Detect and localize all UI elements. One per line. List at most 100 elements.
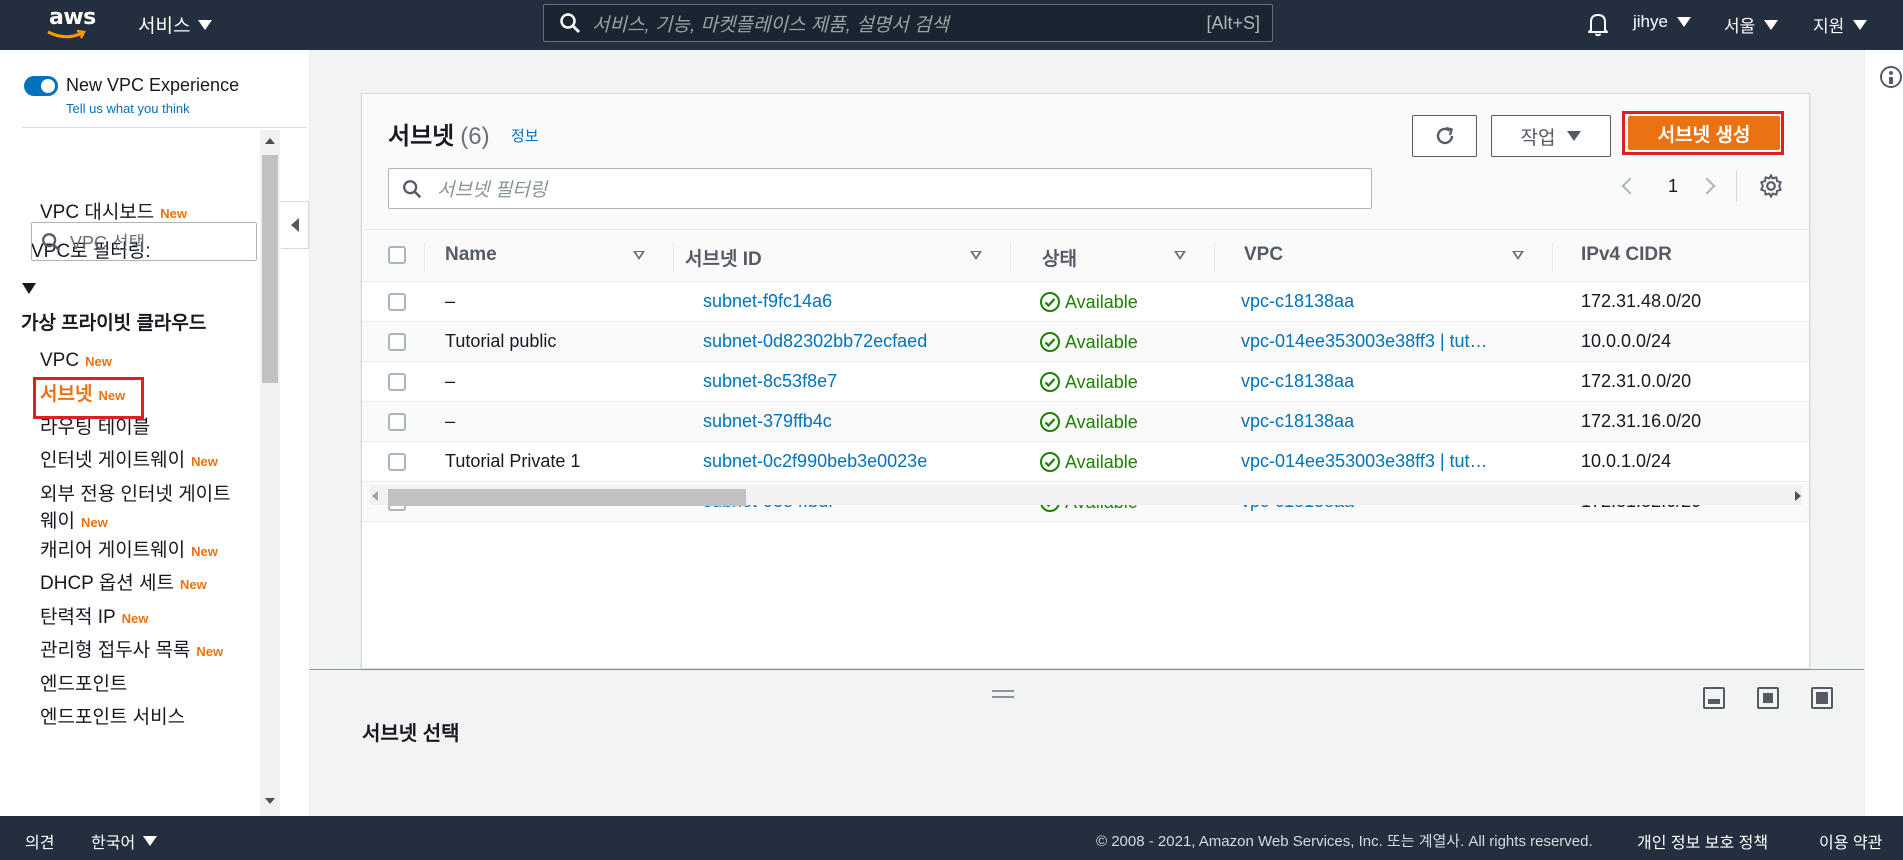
highlight-box-subnets [33, 377, 144, 419]
refresh-icon [1436, 126, 1453, 145]
column-header-vpc[interactable]: VPC [1244, 244, 1283, 266]
sidebar-item-dhcp-options[interactable]: DHCP 옵션 세트 New [40, 571, 207, 597]
column-header-name[interactable]: Name [445, 244, 497, 266]
sort-icon[interactable] [1512, 251, 1524, 260]
row-checkbox[interactable] [388, 293, 406, 311]
select-all-checkbox[interactable] [388, 246, 406, 264]
sidebar-item-egress-only-gateways[interactable]: 외부 전용 인터넷 게이트 웨이 New [40, 481, 231, 536]
table-row[interactable]: Tutorial public subnet-0d82302bb72ecfaed… [362, 322, 1809, 362]
scroll-up-icon[interactable] [265, 138, 275, 144]
vpc-link[interactable]: vpc-014ee353003e38ff3 | tut… [1241, 331, 1488, 352]
divider [1736, 170, 1737, 202]
new-badge: New [179, 577, 207, 592]
prev-page-icon[interactable] [1621, 177, 1639, 195]
next-page-icon[interactable] [1698, 177, 1716, 195]
sort-icon[interactable] [1174, 251, 1186, 260]
section-collapse-icon[interactable] [22, 283, 36, 294]
cell-cidr: 172.31.48.0/20 [1581, 291, 1702, 311]
sidebar-item-label: 관리형 접두사 목록 [40, 640, 191, 661]
user-menu[interactable]: jihye [1633, 12, 1691, 32]
vpc-link[interactable]: vpc-c18138aa [1241, 411, 1354, 432]
cell-name: – [445, 291, 456, 311]
global-search[interactable]: 서비스, 기능, 마켓플레이스 제품, 설명서 검색 [Alt+S] [543, 4, 1273, 42]
collapse-sidebar-button[interactable] [281, 201, 309, 249]
new-badge: New [85, 354, 112, 369]
subnet-count: (6) [460, 123, 490, 150]
table-scrollbar-thumb[interactable] [388, 489, 746, 506]
table-row[interactable]: – subnet-f9fc14a6 Available vpc-c18138aa… [362, 282, 1809, 322]
info-icon[interactable] [1880, 66, 1902, 88]
scroll-left-icon[interactable] [372, 491, 378, 501]
terms-link[interactable]: 이용 약관 [1819, 829, 1882, 853]
split-side-icon[interactable] [1757, 687, 1779, 709]
check-circle-icon [1040, 452, 1060, 472]
sidebar-item-elastic-ips[interactable]: 탄력적 IP New [40, 605, 148, 631]
scroll-right-icon[interactable] [1795, 491, 1801, 501]
column-header-subnet-id[interactable]: 서브넷 ID [685, 244, 762, 271]
sidebar-item-endpoints[interactable]: 엔드포인트 [40, 672, 127, 697]
bell-icon[interactable] [1586, 11, 1610, 37]
subnet-id-link[interactable]: subnet-0d82302bb72ecfaed [703, 331, 927, 352]
status-badge: Available [1039, 331, 1138, 353]
sidebar-item-vpc[interactable]: VPC New [40, 348, 112, 374]
row-checkbox[interactable] [388, 373, 406, 391]
sort-icon[interactable] [633, 251, 645, 260]
aws-logo-text: aws [49, 5, 96, 30]
sidebar-item-internet-gateways[interactable]: 인터넷 게이트웨이 New [40, 448, 218, 474]
new-badge: New [191, 454, 218, 469]
check-circle-icon [1040, 412, 1060, 432]
vpc-link[interactable]: vpc-c18138aa [1241, 291, 1354, 312]
table-row[interactable]: – subnet-8c53f8e7 Available vpc-c18138aa… [362, 362, 1809, 402]
sidebar-item-endpoint-services[interactable]: 엔드포인트 서비스 [40, 705, 185, 730]
status-badge: Available [1039, 451, 1138, 473]
column-separator [424, 242, 425, 272]
aws-logo[interactable]: aws [44, 5, 96, 43]
services-menu[interactable]: 서비스 [138, 11, 213, 38]
scroll-down-icon[interactable] [265, 798, 275, 804]
sidebar-item-label: 외부 전용 인터넷 게이트 [40, 484, 231, 505]
actions-button[interactable]: 작업 [1491, 115, 1611, 157]
language-menu[interactable]: 한국어 [91, 829, 158, 853]
page-number[interactable]: 1 [1668, 176, 1678, 197]
sidebar-item-carrier-gateways[interactable]: 캐리어 게이트웨이 New [40, 538, 218, 564]
new-vpc-experience-toggle[interactable] [24, 76, 58, 96]
sidebar-scrollbar-thumb[interactable] [262, 155, 278, 383]
subnet-id-link[interactable]: subnet-379ffb4c [703, 411, 832, 432]
subnet-id-link[interactable]: subnet-0c2f990beb3e0023e [703, 451, 927, 472]
region-menu[interactable]: 서울 [1724, 12, 1779, 37]
subnet-id-link[interactable]: subnet-f9fc14a6 [703, 291, 832, 312]
status-badge: Available [1039, 371, 1138, 393]
split-off-icon[interactable] [1811, 687, 1833, 709]
vpc-link[interactable]: vpc-014ee353003e38ff3 | tut… [1241, 451, 1488, 472]
vpc-select-input[interactable]: VPC 선택 [31, 222, 257, 261]
subnet-id-link[interactable]: subnet-8c53f8e7 [703, 371, 837, 392]
row-checkbox[interactable] [388, 453, 406, 471]
subnet-filter-input[interactable]: 서브넷 필터링 [388, 168, 1372, 209]
info-link[interactable]: 정보 [511, 125, 539, 146]
cell-cidr: 172.31.0.0/20 [1581, 371, 1692, 391]
row-checkbox[interactable] [388, 413, 406, 431]
new-badge: New [196, 644, 224, 659]
feedback-link[interactable]: Tell us what you think [66, 101, 190, 116]
drag-handle-icon[interactable] [992, 690, 1014, 698]
table-row[interactable]: Tutorial Private 1 subnet-0c2f990beb3e00… [362, 442, 1809, 482]
gear-icon[interactable] [1758, 173, 1784, 199]
table-row[interactable]: – subnet-379ffb4c Available vpc-c18138aa… [362, 402, 1809, 442]
feedback-button[interactable]: 의견 [25, 829, 54, 853]
new-badge: New [80, 515, 108, 530]
divider [22, 127, 307, 128]
row-checkbox[interactable] [388, 333, 406, 351]
aws-smile-icon [47, 29, 86, 39]
split-bottom-icon[interactable] [1703, 687, 1725, 709]
sidebar-item-managed-prefix-lists[interactable]: 관리형 접두사 목록 New [40, 638, 223, 664]
sort-icon[interactable] [970, 251, 982, 260]
column-header-ipv4-cidr[interactable]: IPv4 CIDR [1581, 244, 1672, 266]
search-shortcut: [Alt+S] [1206, 12, 1260, 33]
column-header-status[interactable]: 상태 [1042, 244, 1077, 271]
status-badge: Available [1039, 291, 1138, 313]
privacy-policy-link[interactable]: 개인 정보 보호 정책 [1637, 829, 1768, 853]
sidebar-item-label: 웨이 [40, 511, 75, 532]
refresh-button[interactable] [1412, 115, 1477, 157]
support-menu[interactable]: 지원 [1813, 12, 1868, 37]
vpc-link[interactable]: vpc-c18138aa [1241, 371, 1354, 392]
